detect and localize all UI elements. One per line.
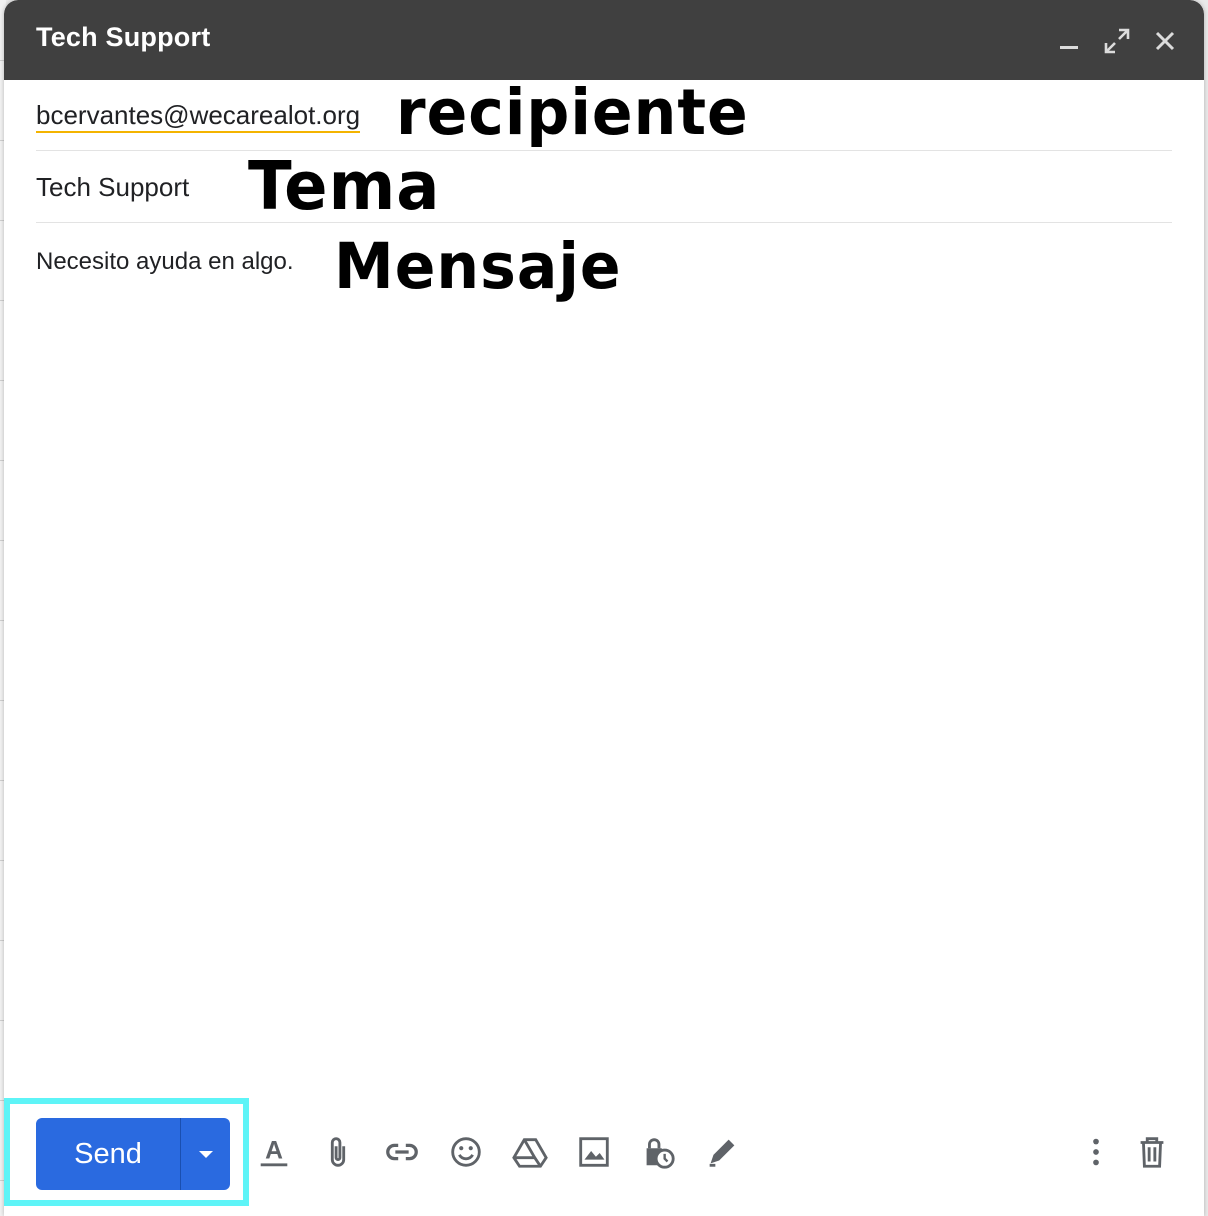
- annotation-subject: Tema: [248, 148, 441, 226]
- close-icon[interactable]: [1150, 26, 1180, 56]
- confidential-icon[interactable]: [636, 1130, 680, 1174]
- discard-icon[interactable]: [1130, 1130, 1174, 1174]
- recipient-chip[interactable]: bcervantes@wecarealot.org: [36, 100, 361, 133]
- subject-input[interactable]: Tech Support: [36, 172, 189, 203]
- formatting-icon[interactable]: A: [252, 1130, 296, 1174]
- send-highlight-box: [4, 1098, 249, 1206]
- annotation-message: Mensaje: [334, 230, 622, 304]
- attach-icon[interactable]: [316, 1130, 360, 1174]
- emoji-icon[interactable]: [444, 1130, 488, 1174]
- drive-icon[interactable]: [508, 1130, 552, 1174]
- compose-window: Tech Support bcervantes@wecarealot.org T…: [4, 0, 1204, 1216]
- subject-field[interactable]: Tech Support: [36, 152, 1172, 223]
- annotation-recipient: recipiente: [396, 76, 749, 150]
- minimize-icon[interactable]: [1054, 26, 1084, 56]
- photo-icon[interactable]: [572, 1130, 616, 1174]
- link-icon[interactable]: [380, 1130, 424, 1174]
- more-options-icon[interactable]: [1074, 1130, 1118, 1174]
- message-body[interactable]: Necesito ayuda en algo.: [36, 248, 294, 276]
- compose-title: Tech Support: [36, 22, 211, 52]
- fullscreen-icon[interactable]: [1102, 26, 1132, 56]
- svg-text:A: A: [265, 1138, 283, 1165]
- signature-icon[interactable]: [700, 1130, 744, 1174]
- compose-titlebar[interactable]: Tech Support: [4, 0, 1204, 80]
